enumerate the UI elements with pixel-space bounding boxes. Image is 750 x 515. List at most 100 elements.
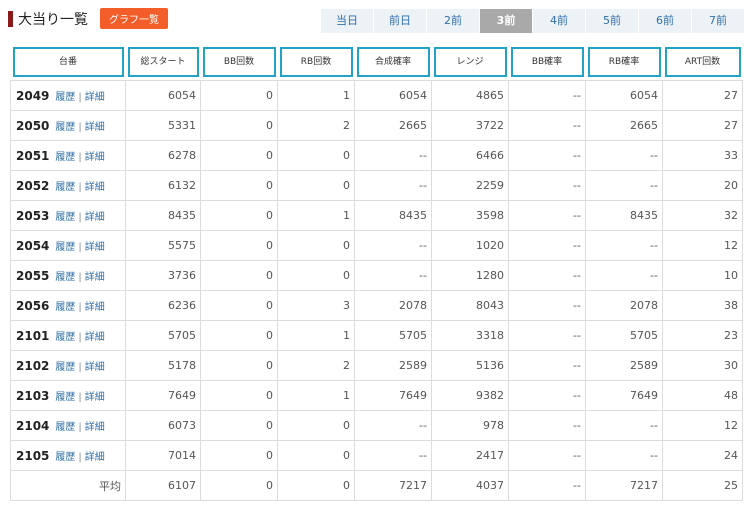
date-tabs: 当日 前日 2前 3前 4前 5前 6前 7前 [321, 9, 745, 33]
detail-link[interactable]: 詳細 [85, 212, 105, 223]
history-link[interactable]: 履歴 [55, 392, 75, 403]
machine-number: 2055 [16, 269, 50, 283]
col-header-combined-rate: 合成確率 [354, 44, 432, 81]
cell-machine: 2101 履歴 | 詳細 [10, 320, 126, 351]
cell-rb-count: 1 [277, 380, 355, 411]
cell-range: 3318 [431, 320, 509, 351]
history-link[interactable]: 履歴 [55, 362, 75, 373]
tab-2-days-ago[interactable]: 2前 [427, 9, 480, 33]
average-range: 4037 [431, 470, 509, 501]
tab-6-days-ago[interactable]: 6前 [639, 9, 692, 33]
cell-rb-count: 0 [277, 410, 355, 441]
machine-number: 2054 [16, 239, 50, 253]
top-bar: 大当り一覧 グラフ一覧 当日 前日 2前 3前 4前 5前 6前 7前 [0, 0, 750, 40]
detail-link[interactable]: 詳細 [85, 392, 105, 403]
machine-number: 2103 [16, 389, 50, 403]
tab-7-days-ago[interactable]: 7前 [692, 9, 745, 33]
history-link[interactable]: 履歴 [55, 302, 75, 313]
history-link[interactable]: 履歴 [55, 452, 75, 463]
link-separator: | [78, 242, 82, 253]
link-separator: | [78, 392, 82, 403]
cell-rb-rate: -- [585, 260, 663, 291]
history-link[interactable]: 履歴 [55, 152, 75, 163]
tab-previous-day[interactable]: 前日 [374, 9, 427, 33]
cell-art-count: 38 [662, 290, 743, 321]
detail-link[interactable]: 詳細 [85, 332, 105, 343]
tab-5-days-ago[interactable]: 5前 [586, 9, 639, 33]
cell-total-start: 8435 [125, 200, 201, 231]
cell-rb-count: 1 [277, 320, 355, 351]
cell-bb-rate: -- [508, 350, 586, 381]
link-separator: | [78, 302, 82, 313]
cell-rb-rate: 6054 [585, 80, 663, 111]
tab-today[interactable]: 当日 [321, 9, 374, 33]
table-row: 2103 履歴 | 詳細 7649 0 1 7649 9382 -- 7649 48 [10, 380, 743, 411]
cell-rb-count: 0 [277, 260, 355, 291]
link-separator: | [78, 452, 82, 463]
cell-total-start: 7014 [125, 440, 201, 471]
cell-bb-count: 0 [200, 410, 278, 441]
history-link[interactable]: 履歴 [55, 122, 75, 133]
cell-rb-rate: -- [585, 440, 663, 471]
col-header-bb-rate: BB確率 [508, 44, 586, 81]
cell-bb-rate: -- [508, 110, 586, 141]
cell-range: 6466 [431, 140, 509, 171]
cell-total-start: 6054 [125, 80, 201, 111]
history-link[interactable]: 履歴 [55, 422, 75, 433]
detail-link[interactable]: 詳細 [85, 362, 105, 373]
history-link[interactable]: 履歴 [55, 212, 75, 223]
detail-link[interactable]: 詳細 [85, 302, 105, 313]
cell-art-count: 27 [662, 80, 743, 111]
machine-number: 2105 [16, 449, 50, 463]
cell-machine: 2051 履歴 | 詳細 [10, 140, 126, 171]
cell-rb-count: 1 [277, 200, 355, 231]
cell-machine: 2103 履歴 | 詳細 [10, 380, 126, 411]
cell-rb-count: 0 [277, 140, 355, 171]
cell-range: 8043 [431, 290, 509, 321]
cell-rb-rate: -- [585, 230, 663, 261]
cell-rb-rate: 8435 [585, 200, 663, 231]
cell-rb-rate: 7649 [585, 380, 663, 411]
history-link[interactable]: 履歴 [55, 332, 75, 343]
detail-link[interactable]: 詳細 [85, 452, 105, 463]
history-link[interactable]: 履歴 [55, 272, 75, 283]
machine-number: 2056 [16, 299, 50, 313]
detail-link[interactable]: 詳細 [85, 422, 105, 433]
detail-link[interactable]: 詳細 [85, 122, 105, 133]
detail-link[interactable]: 詳細 [85, 152, 105, 163]
machine-number: 2102 [16, 359, 50, 373]
tab-3-days-ago[interactable]: 3前 [480, 9, 533, 33]
history-link[interactable]: 履歴 [55, 242, 75, 253]
machine-number: 2053 [16, 209, 50, 223]
cell-machine: 2052 履歴 | 詳細 [10, 170, 126, 201]
cell-rb-count: 0 [277, 440, 355, 471]
cell-total-start: 3736 [125, 260, 201, 291]
link-separator: | [78, 362, 82, 373]
cell-art-count: 24 [662, 440, 743, 471]
machine-number: 2104 [16, 419, 50, 433]
cell-rb-rate: -- [585, 170, 663, 201]
graph-list-button[interactable]: グラフ一覧 [100, 8, 168, 29]
table-row: 2105 履歴 | 詳細 7014 0 0 -- 2417 -- -- 24 [10, 440, 743, 471]
detail-link[interactable]: 詳細 [85, 182, 105, 193]
cell-machine: 2105 履歴 | 詳細 [10, 440, 126, 471]
page-title: 大当り一覧 [18, 11, 88, 28]
cell-bb-rate: -- [508, 230, 586, 261]
detail-link[interactable]: 詳細 [85, 272, 105, 283]
link-separator: | [78, 92, 82, 103]
cell-bb-rate: -- [508, 80, 586, 111]
cell-bb-count: 0 [200, 440, 278, 471]
col-header-art-count: ART回数 [662, 44, 743, 81]
history-link[interactable]: 履歴 [55, 92, 75, 103]
detail-link[interactable]: 詳細 [85, 242, 105, 253]
cell-bb-rate: -- [508, 260, 586, 291]
cell-combined-rate: 8435 [354, 200, 432, 231]
cell-art-count: 32 [662, 200, 743, 231]
link-separator: | [78, 272, 82, 283]
detail-link[interactable]: 詳細 [85, 92, 105, 103]
average-row: 平均 6107 0 0 7217 4037 -- 7217 25 [10, 470, 743, 501]
cell-rb-count: 2 [277, 350, 355, 381]
history-link[interactable]: 履歴 [55, 182, 75, 193]
cell-total-start: 5575 [125, 230, 201, 261]
tab-4-days-ago[interactable]: 4前 [533, 9, 586, 33]
